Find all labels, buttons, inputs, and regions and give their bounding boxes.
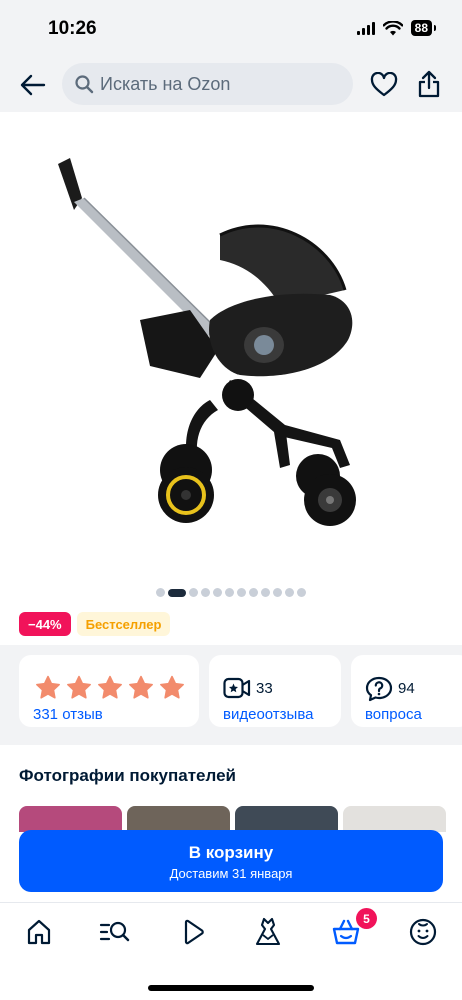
search-icon bbox=[75, 75, 94, 94]
carousel-dot[interactable] bbox=[189, 588, 198, 597]
play-icon bbox=[184, 919, 204, 945]
discount-badge: −44% bbox=[19, 612, 71, 636]
tab-profile[interactable] bbox=[406, 917, 440, 947]
catalog-search-icon bbox=[99, 921, 130, 942]
video-camera-icon bbox=[223, 677, 251, 699]
carousel-dot[interactable] bbox=[249, 588, 258, 597]
stroller-image bbox=[58, 158, 356, 526]
video-count: 33 bbox=[256, 680, 273, 697]
star-icon bbox=[98, 675, 122, 699]
tab-fresh[interactable] bbox=[251, 917, 285, 947]
carousel-dot[interactable] bbox=[273, 588, 282, 597]
customer-photo[interactable] bbox=[235, 806, 338, 832]
customer-photos-strip bbox=[19, 806, 446, 832]
badges-row: −44% Бестселлер bbox=[19, 612, 171, 636]
battery-indicator: 88 bbox=[410, 20, 437, 36]
search-placeholder: Искать на Ozon bbox=[100, 73, 231, 94]
rating-stars bbox=[35, 675, 185, 700]
carousel-pagination bbox=[0, 588, 462, 597]
add-to-cart-label: В корзину bbox=[188, 843, 274, 862]
carousel-dot[interactable] bbox=[285, 588, 294, 597]
heart-icon bbox=[370, 72, 398, 97]
reviews-link[interactable]: 331 отзыв bbox=[33, 706, 103, 723]
tab-video[interactable] bbox=[176, 917, 210, 947]
home-indicator bbox=[148, 985, 314, 991]
questions-count: 94 bbox=[398, 680, 415, 697]
tab-home[interactable] bbox=[22, 917, 56, 947]
video-reviews-link[interactable]: видеоотзыва bbox=[223, 706, 313, 723]
back-button[interactable] bbox=[18, 70, 48, 100]
share-icon bbox=[418, 70, 440, 98]
cellular-signal-icon bbox=[356, 21, 375, 35]
arrow-left-icon bbox=[20, 74, 46, 96]
top-navigation-bar: Искать на Ozon bbox=[0, 58, 462, 112]
carousel-dot[interactable] bbox=[225, 588, 234, 597]
stats-section: 331 отзыв 33 видеоотзыва 94 вопроса bbox=[0, 645, 462, 745]
star-icon bbox=[67, 675, 91, 699]
carousel-dot[interactable] bbox=[237, 588, 246, 597]
status-icons: 88 bbox=[356, 20, 437, 36]
carousel-dot[interactable] bbox=[168, 588, 186, 597]
carousel-dot[interactable] bbox=[213, 588, 222, 597]
customer-photo[interactable] bbox=[19, 806, 122, 832]
star-icon bbox=[160, 675, 184, 699]
carousel-dot[interactable] bbox=[201, 588, 210, 597]
search-input[interactable]: Искать на Ozon bbox=[62, 63, 353, 105]
questions-card[interactable]: 94 вопроса bbox=[351, 655, 462, 727]
add-to-cart-button[interactable]: В корзину Доставим 31 января bbox=[19, 830, 443, 892]
cart-count-badge: 5 bbox=[356, 908, 377, 929]
profile-face-icon bbox=[409, 918, 437, 946]
star-icon bbox=[36, 675, 60, 699]
questions-link[interactable]: вопроса bbox=[365, 706, 422, 723]
carousel-dot[interactable] bbox=[156, 588, 165, 597]
question-bubble-icon bbox=[365, 676, 393, 702]
status-time: 10:26 bbox=[48, 18, 97, 39]
carousel-dot[interactable] bbox=[261, 588, 270, 597]
status-bar: 10:26 88 bbox=[0, 0, 462, 58]
carousel-dot[interactable] bbox=[297, 588, 306, 597]
star-icon bbox=[129, 675, 153, 699]
video-reviews-card[interactable]: 33 видеоотзыва bbox=[209, 655, 341, 727]
tab-catalog[interactable] bbox=[98, 917, 132, 947]
wifi-icon bbox=[382, 20, 403, 35]
product-image[interactable] bbox=[40, 140, 422, 560]
customer-photo[interactable] bbox=[343, 806, 446, 832]
dress-icon bbox=[255, 917, 281, 946]
reviews-card[interactable]: 331 отзыв bbox=[19, 655, 199, 727]
delivery-date-label: Доставим 31 января bbox=[169, 866, 293, 881]
customer-photo[interactable] bbox=[127, 806, 230, 832]
share-button[interactable] bbox=[414, 68, 444, 100]
bestseller-badge: Бестселлер bbox=[76, 612, 171, 636]
customer-photos-title: Фотографии покупателей bbox=[19, 766, 236, 785]
favorite-button[interactable] bbox=[368, 69, 400, 101]
home-icon bbox=[27, 919, 51, 945]
